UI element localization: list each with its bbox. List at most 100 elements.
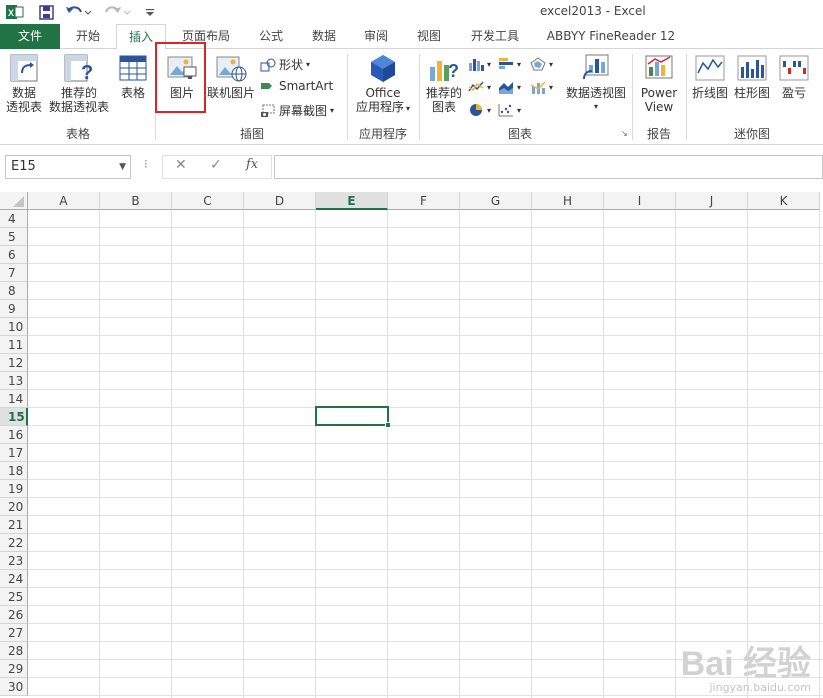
tab-review[interactable]: 审阅 [352, 24, 400, 49]
pie-chart-button[interactable]: ▾ [468, 103, 491, 117]
column-header[interactable]: A [28, 192, 100, 210]
more-options-icon[interactable]: ⁝ [144, 157, 148, 171]
row-header[interactable]: 8 [0, 282, 28, 300]
scatter-chart-icon [498, 103, 514, 117]
tab-abbyy[interactable]: ABBYY FineReader 12 [536, 24, 686, 49]
row-header[interactable]: 22 [0, 534, 28, 552]
tab-data[interactable]: 数据 [300, 24, 348, 49]
chevron-down-icon: ▾ [406, 104, 411, 113]
row-header[interactable]: 26 [0, 606, 28, 624]
excel-app-icon[interactable]: X [4, 3, 26, 21]
fill-handle[interactable] [385, 422, 391, 428]
scatter-chart-button[interactable]: ▾ [498, 103, 521, 117]
row-header[interactable]: 4 [0, 210, 28, 228]
row-header[interactable]: 18 [0, 462, 28, 480]
row-header[interactable]: 27 [0, 624, 28, 642]
dialog-launcher-icon[interactable]: ↘ [621, 129, 628, 138]
row-header[interactable]: 30 [0, 678, 28, 696]
pivot-chart-button[interactable]: 数据透视图 ▾ [563, 53, 629, 114]
select-all-corner[interactable] [0, 192, 28, 210]
column-header[interactable]: K [748, 192, 820, 210]
formula-input[interactable] [274, 155, 823, 179]
line-sparkline-button[interactable]: 折线图 [690, 53, 730, 100]
tab-view[interactable]: 视图 [404, 24, 454, 49]
name-box-value: E15 [11, 159, 36, 174]
area-chart-button[interactable]: ▾ [498, 80, 521, 94]
line-chart-button[interactable]: ▾ [468, 80, 491, 94]
column-header[interactable]: C [172, 192, 244, 210]
row-header[interactable]: 11 [0, 336, 28, 354]
active-cell[interactable] [315, 406, 391, 428]
online-picture-button[interactable]: 联机图片 [206, 53, 256, 100]
row-header[interactable]: 5 [0, 228, 28, 246]
row-header[interactable]: 15 [0, 408, 28, 426]
recommended-pivot-button[interactable]: ? 推荐的 数据透视表 [46, 53, 112, 114]
row-header[interactable]: 29 [0, 660, 28, 678]
column-header[interactable]: F [388, 192, 460, 210]
cancel-icon[interactable]: ✕ [175, 157, 187, 173]
group-label-charts: 图表 [507, 127, 532, 141]
ribbon: 数据 透视表 ? 推荐的 数据透视表 表格 表格 图片 联机图片 形状 ▾ Sm… [0, 42, 823, 145]
row-header[interactable]: 20 [0, 498, 28, 516]
name-box[interactable]: E15 ▼ [5, 155, 131, 179]
bar-chart-button[interactable]: ▾ [498, 57, 521, 71]
column-chart-button[interactable]: ▾ [468, 57, 491, 71]
row-header[interactable]: 25 [0, 588, 28, 606]
redo-icon[interactable] [104, 3, 132, 21]
tab-home[interactable]: 开始 [62, 24, 114, 49]
pie-chart-icon [468, 103, 484, 117]
row-header[interactable]: 17 [0, 444, 28, 462]
screenshot-button[interactable]: 屏幕截图 ▾ [260, 102, 334, 119]
shapes-button[interactable]: 形状 ▾ [260, 56, 310, 73]
pivot-table-button[interactable]: 数据 透视表 [4, 53, 44, 114]
chevron-down-icon: ▾ [517, 59, 522, 69]
row-header[interactable]: 23 [0, 552, 28, 570]
smartart-button[interactable]: SmartArt [260, 79, 333, 93]
column-sparkline-button[interactable]: 柱形图 [732, 53, 772, 100]
row-header[interactable]: 9 [0, 300, 28, 318]
column-header[interactable]: H [532, 192, 604, 210]
online-picture-icon [215, 53, 247, 83]
column-header[interactable]: B [100, 192, 172, 210]
customize-qat-icon[interactable] [142, 3, 158, 21]
gridline [315, 210, 316, 698]
save-icon[interactable] [36, 3, 56, 21]
row-header[interactable]: 28 [0, 642, 28, 660]
office-apps-button[interactable]: Office 应用程序 ▾ [350, 53, 416, 116]
recommended-charts-button[interactable]: ? 推荐的 图表 [422, 53, 466, 114]
column-header[interactable]: E [316, 192, 388, 210]
chevron-down-icon: ▾ [487, 59, 492, 69]
row-header[interactable]: 12 [0, 354, 28, 372]
gridline [28, 443, 823, 444]
gridline [459, 210, 460, 698]
column-header[interactable]: J [676, 192, 748, 210]
row-header[interactable]: 21 [0, 516, 28, 534]
tab-formulas[interactable]: 公式 [246, 24, 296, 49]
row-header[interactable]: 6 [0, 246, 28, 264]
combo-chart-button[interactable]: ▾ [530, 80, 553, 94]
enter-icon[interactable]: ✓ [210, 157, 222, 173]
row-header[interactable]: 16 [0, 426, 28, 444]
column-header[interactable]: D [244, 192, 316, 210]
undo-icon[interactable] [64, 3, 92, 21]
chevron-down-icon[interactable]: ▼ [119, 156, 126, 178]
row-header[interactable]: 24 [0, 570, 28, 588]
radar-chart-button[interactable]: ▾ [530, 57, 553, 71]
row-header[interactable]: 19 [0, 480, 28, 498]
gridline [747, 210, 748, 698]
winloss-sparkline-button[interactable]: 盈亏 [774, 53, 814, 100]
tab-file[interactable]: 文件 [0, 24, 60, 49]
column-header[interactable]: I [604, 192, 676, 210]
column-header[interactable]: G [460, 192, 532, 210]
power-view-button[interactable]: Power View [636, 53, 682, 114]
insert-function-icon[interactable]: fx [246, 157, 258, 172]
chevron-down-icon: ▾ [487, 105, 492, 115]
pivot-table-icon [8, 53, 40, 83]
tab-developer[interactable]: 开发工具 [458, 24, 532, 49]
row-header[interactable]: 7 [0, 264, 28, 282]
row-header[interactable]: 14 [0, 390, 28, 408]
row-header[interactable]: 13 [0, 372, 28, 390]
table-button[interactable]: 表格 [114, 53, 152, 100]
row-header[interactable]: 10 [0, 318, 28, 336]
winloss-sparkline-icon [778, 53, 810, 83]
